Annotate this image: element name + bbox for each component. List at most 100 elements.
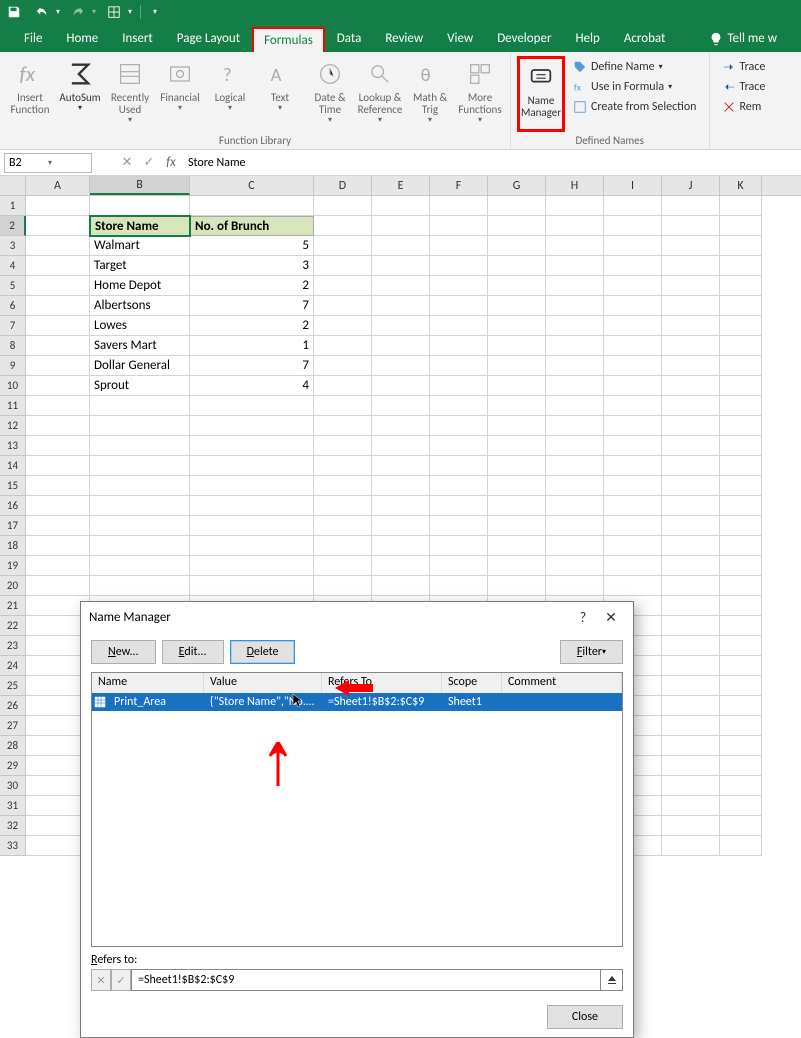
cell[interactable] (604, 396, 662, 416)
cell[interactable] (662, 676, 720, 696)
cell[interactable] (546, 396, 604, 416)
cell[interactable] (314, 336, 372, 356)
cell[interactable] (720, 616, 762, 636)
cell[interactable] (488, 516, 546, 536)
cell[interactable] (430, 356, 488, 376)
cell[interactable] (604, 276, 662, 296)
cell[interactable] (314, 316, 372, 336)
cell[interactable] (430, 476, 488, 496)
cell[interactable] (662, 636, 720, 656)
select-all-corner[interactable] (0, 176, 26, 195)
dialog-close-button[interactable]: ✕ (597, 605, 625, 629)
cell[interactable] (190, 576, 314, 596)
cell[interactable] (604, 376, 662, 396)
cell[interactable] (488, 496, 546, 516)
cell[interactable] (662, 756, 720, 776)
cell[interactable] (662, 316, 720, 336)
cell[interactable] (314, 556, 372, 576)
row-header[interactable]: 29 (0, 756, 26, 776)
cell[interactable] (662, 656, 720, 676)
cell[interactable] (662, 216, 720, 236)
cell[interactable] (488, 416, 546, 436)
col-scope[interactable]: Scope (442, 673, 502, 693)
dialog-help-button[interactable]: ? (569, 605, 597, 629)
cell[interactable] (720, 256, 762, 276)
cell[interactable] (720, 536, 762, 556)
financial-button[interactable]: Financial▾ (156, 56, 204, 132)
cell[interactable] (190, 436, 314, 456)
cell[interactable] (720, 436, 762, 456)
col-value[interactable]: Value (204, 673, 322, 693)
undo-dropdown[interactable]: ▾ (56, 7, 60, 17)
cell[interactable] (488, 356, 546, 376)
cell[interactable] (26, 256, 90, 276)
cell[interactable] (314, 496, 372, 516)
row-header[interactable]: 25 (0, 676, 26, 696)
cell[interactable] (662, 556, 720, 576)
cell[interactable] (546, 556, 604, 576)
insert-function-fx-button[interactable]: fx (160, 153, 182, 173)
cell[interactable] (90, 396, 190, 416)
row-header[interactable]: 20 (0, 576, 26, 596)
cell[interactable]: 2 (190, 276, 314, 296)
cell[interactable] (314, 256, 372, 276)
cell[interactable] (720, 276, 762, 296)
cell[interactable] (26, 336, 90, 356)
logical-button[interactable]: ?Logical▾ (206, 56, 254, 132)
borders-button[interactable] (104, 2, 124, 22)
cell[interactable] (720, 336, 762, 356)
cell[interactable] (314, 436, 372, 456)
cell[interactable] (26, 296, 90, 316)
cell[interactable] (314, 396, 372, 416)
cell[interactable] (314, 516, 372, 536)
cell[interactable] (26, 536, 90, 556)
refers-accept-button[interactable]: ✓ (111, 969, 131, 991)
cell[interactable] (372, 256, 430, 276)
undo-button[interactable] (32, 2, 52, 22)
cell[interactable] (190, 516, 314, 536)
cell[interactable] (372, 376, 430, 396)
cell[interactable] (90, 496, 190, 516)
col-header[interactable]: B (90, 176, 190, 195)
cell[interactable] (720, 296, 762, 316)
cell[interactable] (372, 356, 430, 376)
cell[interactable] (604, 316, 662, 336)
cell[interactable] (190, 536, 314, 556)
cell[interactable] (488, 576, 546, 596)
cell[interactable] (720, 316, 762, 336)
trace-precedents-button[interactable]: Trace (720, 58, 768, 76)
row-header[interactable]: 10 (0, 376, 26, 396)
cell[interactable]: 7 (190, 296, 314, 316)
cell[interactable] (662, 736, 720, 756)
cell[interactable] (372, 216, 430, 236)
cell[interactable] (546, 456, 604, 476)
row-header[interactable]: 2 (0, 216, 26, 236)
customize-qat[interactable]: ▾ (153, 7, 157, 17)
cell[interactable] (90, 476, 190, 496)
cell[interactable] (372, 576, 430, 596)
lookup-button[interactable]: Lookup & Reference▾ (356, 56, 404, 132)
row-header[interactable]: 28 (0, 736, 26, 756)
cell[interactable] (488, 396, 546, 416)
cell[interactable] (488, 236, 546, 256)
cell[interactable] (720, 636, 762, 656)
cell[interactable] (720, 196, 762, 216)
cell[interactable]: Home Depot (90, 276, 190, 296)
cell[interactable] (372, 556, 430, 576)
cell[interactable] (720, 236, 762, 256)
cell[interactable] (488, 376, 546, 396)
cell[interactable] (604, 416, 662, 436)
cell[interactable]: 2 (190, 316, 314, 336)
cell[interactable] (720, 676, 762, 696)
cell[interactable]: 7 (190, 356, 314, 376)
cell[interactable] (430, 276, 488, 296)
cell[interactable] (604, 516, 662, 536)
row-header[interactable]: 18 (0, 536, 26, 556)
cell[interactable] (190, 416, 314, 436)
cell[interactable] (372, 416, 430, 436)
tab-view[interactable]: View (435, 25, 485, 52)
cell[interactable]: Sprout (90, 376, 190, 396)
tab-file[interactable]: File (12, 25, 54, 52)
cell[interactable] (488, 336, 546, 356)
cell[interactable] (720, 756, 762, 776)
